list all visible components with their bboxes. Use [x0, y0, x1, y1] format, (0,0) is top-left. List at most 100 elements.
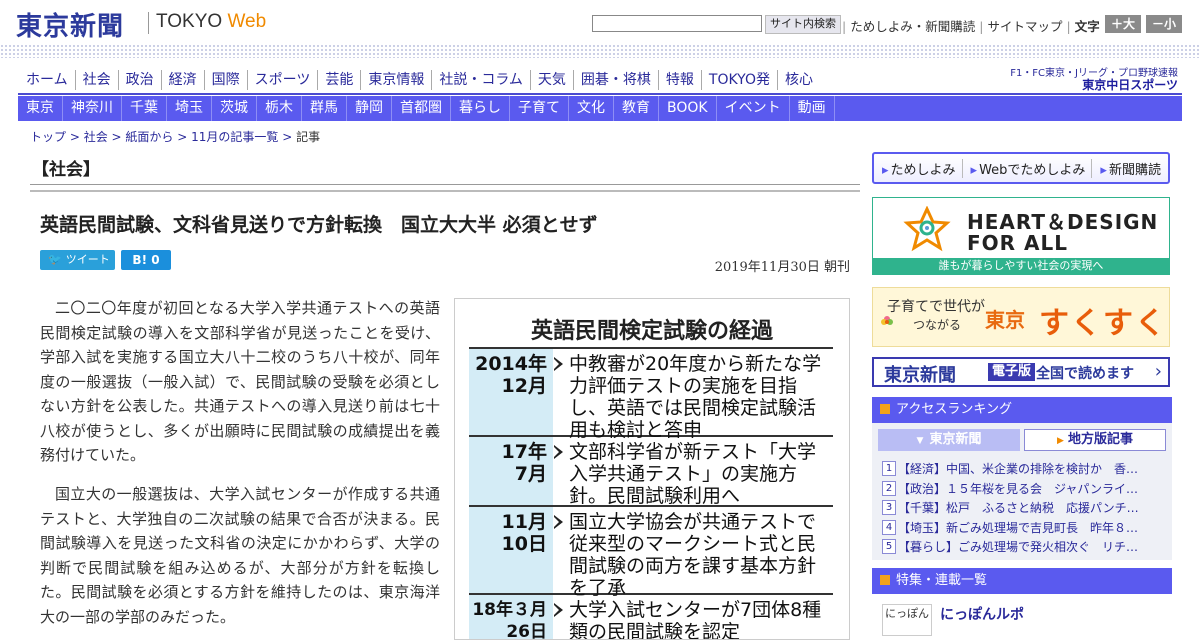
region-item-book[interactable]: BOOK [659, 96, 717, 121]
ranking-title: アクセスランキング [896, 402, 1012, 417]
font-size-down-button[interactable]: －小 [1146, 15, 1182, 33]
region-item-culture[interactable]: 文化 [569, 96, 614, 121]
nippon-rupo-link[interactable]: にっぽんルポ [940, 604, 1024, 624]
nav-item-entertainment[interactable]: 芸能 [317, 70, 360, 90]
rank-text: 【政治】１５年桜を見る会 ジャパンライ… [898, 481, 1139, 496]
timeline-date: 18年３月 26日 [469, 595, 553, 639]
nav-item-special[interactable]: 特報 [657, 70, 701, 90]
timeline-row: 11月 10日 国立大学協会が共通テストで従来型のマークシート式と民間試験の両方… [469, 507, 833, 599]
nav-item-tokyo-hatsu[interactable]: TOKYO発 [700, 70, 777, 90]
nav-item-core[interactable]: 核心 [776, 70, 820, 90]
breadcrumb-top[interactable]: トップ [30, 130, 66, 144]
nav-item-politics[interactable]: 政治 [117, 70, 161, 90]
nav-item-weather[interactable]: 天気 [529, 70, 573, 90]
nippon-rupo-icon[interactable]: にっぽん [882, 604, 932, 636]
region-item-parenting[interactable]: 子育て [510, 96, 569, 121]
list-item[interactable]: 5 【暮らし】ごみ処理場で発火相次ぐ リチ… [882, 537, 1164, 557]
header-dot-band [0, 44, 1200, 58]
region-item-living[interactable]: 暮らし [451, 96, 510, 121]
nav-item-go-shogi[interactable]: 囲碁・将棋 [572, 70, 658, 90]
article-paragraph-2: 国立大の一般選抜は、大学入試センターが作成する共通テストと、大学独自の二次試験の… [40, 485, 440, 626]
region-item-gunma[interactable]: 群馬 [302, 96, 347, 121]
sukusuku-sub2: つながる [913, 318, 962, 332]
site-search-button[interactable]: サイト内検索 [765, 15, 841, 34]
denshi-logo: 東京新聞 [884, 365, 956, 386]
region-item-tokyo[interactable]: 東京 [18, 96, 63, 121]
nav-item-economy[interactable]: 経済 [160, 70, 204, 90]
square-bullet-icon [880, 404, 890, 414]
ranking-tab-local[interactable]: ▶ 地方版記事 [1024, 429, 1166, 451]
region-item-video[interactable]: 動画 [790, 96, 835, 121]
region-item-chiba[interactable]: 千葉 [122, 96, 167, 121]
ranking-tab-local-label: 地方版記事 [1067, 432, 1133, 447]
sukusuku-tokyo: 東京 [985, 308, 1025, 332]
features-header: 特集・連載一覧 [872, 568, 1172, 594]
hatena-bookmark-button[interactable]: B! 0 [121, 250, 171, 270]
link-separator: | [979, 19, 984, 34]
region-item-shizuoka[interactable]: 静岡 [347, 96, 392, 121]
sidebar-link-subscribe[interactable]: 新聞購読 [1092, 159, 1167, 178]
timeline-row: 2014年 12月 中教審が20年度から新たな学力評価テストの実施を目指し、英語… [469, 349, 833, 441]
region-nav: 東京 神奈川 千葉 埼玉 茨城 栃木 群馬 静岡 首都圏 暮らし 子育て 文化 … [18, 96, 1182, 121]
region-item-kanagawa[interactable]: 神奈川 [63, 96, 122, 121]
tweet-label: ツイート [65, 253, 110, 266]
article-title: 英語民間試験、文科省見送りで方針転換 国立大大半 必須とせず [40, 214, 598, 236]
region-item-shutoken[interactable]: 首都圏 [392, 96, 451, 121]
caret-down-icon: ▼ [916, 436, 924, 446]
subscription-links: ためしよみ Webでためしよみ 新聞購読 [872, 152, 1170, 184]
font-size-up-button[interactable]: ＋大 [1105, 15, 1141, 33]
square-bullet-icon [880, 575, 890, 585]
region-item-saitama[interactable]: 埼玉 [167, 96, 212, 121]
digital-edition-banner[interactable]: 東京新聞 電子版 全国で読めます › [872, 357, 1170, 387]
tweet-button[interactable]: 🐦 ツイート [40, 250, 115, 270]
list-item[interactable]: 4 【埼玉】新ごみ処理場で吉見町長 昨年８… [882, 518, 1164, 538]
heart-design-banner[interactable]: HEART＆DESIGN FOR ALL 誰もが暮らしやすい社会の実現へ [872, 197, 1170, 275]
ranking-panel: ▼ 東京新聞 ▶ 地方版記事 1 【経済】中国、米企業の排除を検討か 香… 2 【政治】… [872, 423, 1172, 560]
breadcrumb-society[interactable]: 社会 [84, 130, 108, 144]
timeline-table: 2014年 12月 中教審が20年度から新たな学力評価テストの実施を目指し、英語… [469, 347, 833, 639]
top-link-sitemap[interactable]: サイトマップ [987, 19, 1062, 34]
sidebar-link-web-trial[interactable]: Webでためしよみ [963, 158, 1093, 178]
article-paragraph-1: 二〇二〇年度が初回となる大学入学共通テストへの英語民間検定試験の導入を文部科学省… [40, 299, 440, 464]
region-item-ibaraki[interactable]: 茨城 [212, 96, 257, 121]
region-item-tochigi[interactable]: 栃木 [257, 96, 302, 121]
nav-rule [18, 93, 1182, 95]
flower-icon [881, 316, 893, 325]
timeline-figure[interactable]: 英語民間検定試験の経過 2014年 12月 中教審が20年度から新たな学力評価テ… [454, 298, 850, 640]
hatena-label: B! 0 [132, 253, 160, 267]
site-logo-en[interactable]: TOKYO Web [156, 11, 266, 33]
top-link-trial[interactable]: ためしよみ・新聞購読 [850, 19, 975, 34]
chevron-right-icon: › [1154, 361, 1162, 382]
list-item[interactable]: 2 【政治】１５年桜を見る会 ジャパンライ… [882, 479, 1164, 499]
timeline-text: 文部科学省が新テスト「大学入学共通テスト」の実施方針。民間試験利用へ [569, 441, 817, 507]
ranking-list: 1 【経済】中国、米企業の排除を検討か 香… 2 【政治】１５年桜を見る会 ジャパン… [882, 459, 1164, 557]
sidebar-link-trial[interactable]: ためしよみ [874, 158, 963, 178]
nav-item-world[interactable]: 国際 [203, 70, 247, 90]
logo-en-main: TOKYO [156, 11, 223, 32]
chunichi-sports-logo[interactable]: 東京中日スポーツ [1052, 76, 1178, 93]
nav-item-sports[interactable]: スポーツ [246, 70, 318, 90]
search-input[interactable] [592, 15, 762, 32]
ranking-tab-tokyo[interactable]: ▼ 東京新聞 [878, 429, 1020, 451]
timeline-text: 国立大学協会が共通テストで従来型のマークシート式と民間試験の両方を課す基本方針を… [569, 511, 817, 599]
list-item[interactable]: 3 【千葉】松戸 ふるさと納税 応援パンチ… [882, 498, 1164, 518]
nav-item-tokyo-info[interactable]: 東京情報 [360, 70, 431, 90]
breadcrumb-current: 記事 [296, 130, 321, 144]
region-item-event[interactable]: イベント [717, 96, 790, 121]
nav-item-society[interactable]: 社会 [74, 70, 118, 90]
arrow-right-icon [553, 349, 567, 435]
sukusuku-sub1: 子育てで世代が [887, 299, 985, 315]
region-item-education[interactable]: 教育 [614, 96, 659, 121]
breadcrumb-month[interactable]: 11月の記事一覧 [191, 130, 278, 144]
list-item[interactable]: 1 【経済】中国、米企業の排除を検討か 香… [882, 459, 1164, 479]
nav-item-editorial[interactable]: 社説・コラム [431, 70, 530, 90]
timeline-row: 17年 7月 文部科学省が新テスト「大学入学共通テスト」の実施方針。民間試験利用… [469, 437, 833, 507]
denshi-text: 全国で読めます [1036, 366, 1134, 382]
nav-item-home[interactable]: ホーム [20, 70, 75, 90]
arrow-right-icon [553, 507, 567, 593]
breadcrumb-paper[interactable]: 紙面から [125, 130, 173, 144]
site-logo[interactable]: 東京新聞 [16, 6, 124, 43]
hd-title-line2: FOR ALL [967, 231, 1068, 255]
ranking-header: アクセスランキング [872, 397, 1172, 423]
sukusuku-banner[interactable]: 子育てで世代が つながる 東京 すくすく [872, 287, 1170, 347]
